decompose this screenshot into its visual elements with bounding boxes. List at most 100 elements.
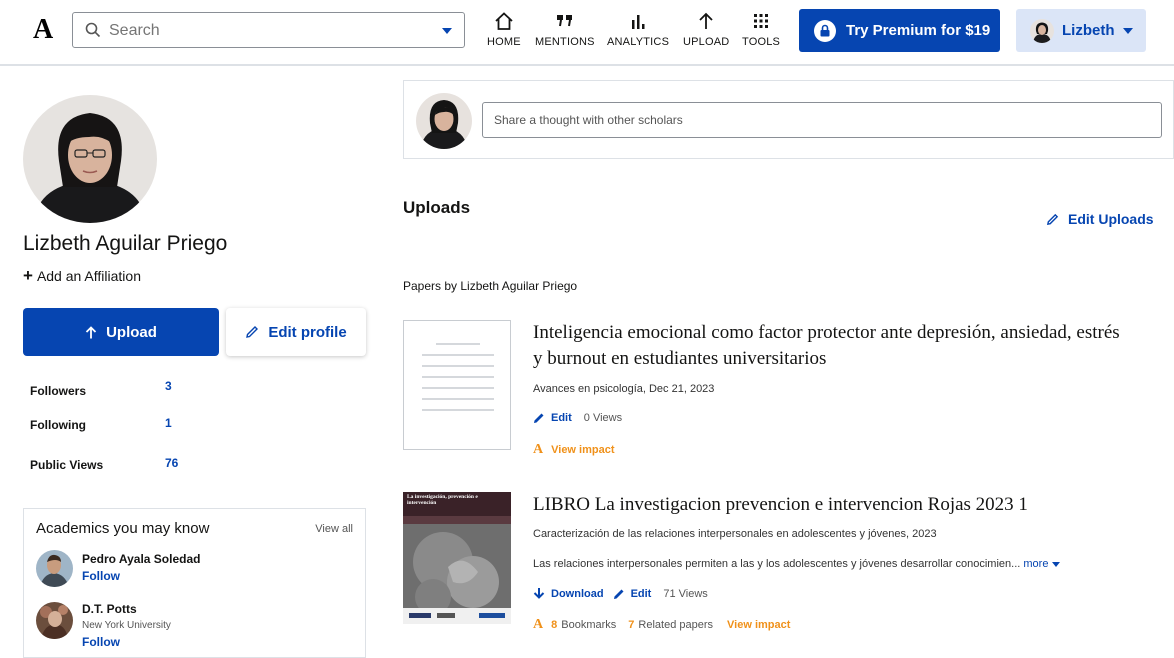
paper-title[interactable]: LIBRO La investigacion prevencion e inte…: [533, 492, 1028, 518]
share-thought-input[interactable]: [482, 102, 1162, 138]
avatar[interactable]: [36, 550, 73, 587]
plus-icon: +: [23, 266, 33, 285]
user-menu-button[interactable]: Lizbeth: [1016, 9, 1146, 52]
academic-name[interactable]: Pedro Ayala Soledad: [82, 552, 200, 566]
abstract-text: Las relaciones interpersonales permiten …: [533, 558, 1021, 570]
bookmarks-label[interactable]: Bookmarks: [561, 619, 616, 631]
add-affiliation-link[interactable]: + Add an Affiliation: [23, 266, 141, 286]
academia-logo[interactable]: A: [33, 14, 53, 46]
profile-avatar[interactable]: [23, 95, 157, 223]
uploads-heading: Uploads: [403, 198, 471, 217]
bar-chart-icon: [632, 15, 645, 29]
academics-title: Academics you may know: [36, 520, 210, 537]
upload-button-label: Upload: [106, 323, 157, 341]
list-item: Pedro Ayala Soledad Follow: [36, 550, 366, 590]
academia-a-icon: A: [533, 617, 544, 632]
paper-title-line: Inteligencia emocional como factor prote…: [533, 322, 1120, 343]
quote-icon: [556, 15, 572, 27]
paper-actions: Download Edit 71 Views: [533, 587, 708, 600]
academics-you-may-know-panel: Academics you may know View all Pedro Ay…: [23, 508, 366, 658]
placeholder-line: [422, 387, 494, 389]
avatar[interactable]: [36, 602, 73, 639]
related-papers-label[interactable]: Related papers: [638, 619, 713, 631]
nav-mentions[interactable]: MENTIONS: [535, 10, 595, 48]
placeholder-line: [422, 365, 494, 367]
more-link[interactable]: more: [1023, 558, 1060, 570]
follow-button[interactable]: Follow: [82, 635, 120, 649]
try-premium-label: Try Premium for $19: [846, 22, 991, 39]
view-all-link[interactable]: View all: [315, 523, 353, 535]
paper-abstract: Las relaciones interpersonales permiten …: [533, 558, 1060, 570]
paper-meta: Avances en psicología, Dec 21, 2023: [533, 383, 715, 395]
upload-button[interactable]: Upload: [23, 308, 219, 356]
paper-title[interactable]: Inteligencia emocional como factor prote…: [533, 320, 1120, 372]
download-button[interactable]: Download: [551, 588, 604, 600]
user-name-label: Lizbeth: [1062, 22, 1115, 39]
placeholder-line: [422, 354, 494, 356]
related-count[interactable]: 7: [628, 619, 634, 631]
arrow-up-icon: [699, 12, 713, 29]
papers-by-heading: Papers by Lizbeth Aguilar Priego: [403, 279, 578, 293]
bookmarks-count[interactable]: 8: [551, 619, 557, 631]
list-item: D.T. Potts New York University Follow: [36, 600, 366, 650]
arrow-up-icon: [85, 325, 97, 338]
placeholder-line: [436, 343, 480, 345]
views-count: 0 Views: [583, 412, 623, 424]
home-icon: [495, 12, 513, 30]
academic-name[interactable]: D.T. Potts: [82, 602, 137, 616]
avatar: [416, 93, 472, 149]
chevron-down-icon: [1122, 27, 1133, 34]
pencil-icon: [534, 413, 544, 423]
lock-icon: [814, 19, 836, 42]
nav-tools[interactable]: TOOLS: [742, 10, 780, 48]
view-impact-link[interactable]: View impact: [551, 444, 614, 456]
nav-home[interactable]: HOME: [487, 10, 521, 48]
following-label[interactable]: Following: [30, 418, 86, 432]
placeholder-line: [422, 409, 494, 411]
more-label: more: [1023, 558, 1049, 570]
paper-title-line: y burnout en estudiantes universitarios: [533, 348, 827, 369]
nav-upload[interactable]: UPLOAD: [683, 10, 729, 48]
edit-paper-button[interactable]: Edit: [631, 588, 652, 600]
followers-label[interactable]: Followers: [30, 384, 86, 398]
download-icon: [533, 588, 545, 599]
paper-thumbnail[interactable]: La investigación, prevención e intervenc…: [403, 492, 511, 624]
try-premium-button[interactable]: Try Premium for $19: [799, 9, 1000, 52]
top-navigation-bar: A HOME MENTIONS: [0, 0, 1174, 66]
search-box[interactable]: [72, 12, 465, 48]
profile-name: Lizbeth Aguilar Priego: [23, 232, 228, 255]
edit-profile-button[interactable]: Edit profile: [226, 308, 366, 356]
public-views-count[interactable]: 76: [165, 456, 178, 470]
share-thought-box: [403, 80, 1174, 159]
search-dropdown-caret-icon[interactable]: [442, 28, 452, 34]
edit-paper-button[interactable]: Edit: [551, 412, 572, 424]
paper-thumbnail[interactable]: [403, 320, 511, 450]
grid-icon: [754, 14, 769, 28]
pencil-icon: [246, 326, 259, 338]
follow-button[interactable]: Follow: [82, 569, 120, 583]
search-icon: [85, 22, 101, 38]
cover-title: La investigación, prevención e intervenc…: [407, 494, 478, 506]
caret-down-icon: [1051, 561, 1060, 567]
edit-uploads-button[interactable]: Edit Uploads: [1046, 211, 1154, 227]
academia-a-icon: A: [533, 442, 544, 457]
edit-profile-label: Edit profile: [268, 323, 347, 341]
pencil-icon: [613, 589, 624, 599]
pencil-icon: [1046, 213, 1059, 225]
placeholder-line: [422, 376, 494, 378]
view-impact-link[interactable]: View impact: [727, 619, 790, 631]
public-views-label[interactable]: Public Views: [30, 458, 103, 472]
followers-count[interactable]: 3: [165, 379, 172, 393]
paper-impact-row: A View impact: [533, 442, 615, 458]
placeholder-line: [422, 398, 494, 400]
paper-impact-row: A 8 Bookmarks 7 Related papers View impa…: [533, 617, 790, 633]
following-count[interactable]: 1: [165, 416, 172, 430]
add-affiliation-label: Add an Affiliation: [36, 268, 141, 284]
paper-meta: Caracterización de las relaciones interp…: [533, 528, 937, 540]
nav-analytics[interactable]: ANALYTICS: [607, 10, 669, 48]
academic-university: New York University: [82, 620, 171, 631]
paper-actions: Edit 0 Views: [533, 412, 622, 424]
search-input[interactable]: [109, 20, 429, 42]
edit-uploads-label: Edit Uploads: [1068, 211, 1154, 227]
avatar: [1030, 18, 1054, 43]
